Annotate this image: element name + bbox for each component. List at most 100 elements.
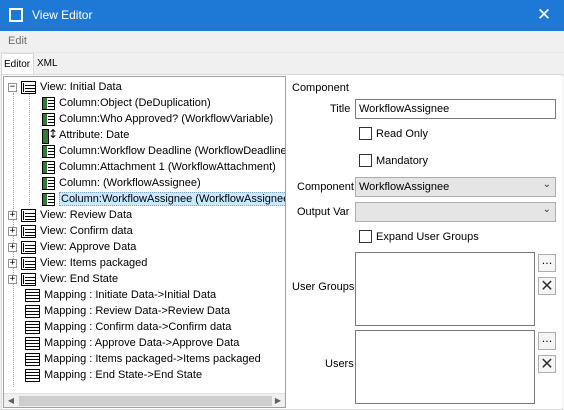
tree-node-label: View: Confirm data: [40, 225, 133, 237]
expand-user-groups-label: Expand User Groups: [376, 231, 479, 243]
tree-node-label: View: Initial Data: [40, 81, 122, 93]
tree-node-label: Mapping : Review Data->Review Data: [44, 305, 231, 317]
output-var-dropdown[interactable]: ⌄: [355, 202, 556, 222]
expand-user-groups-checkbox[interactable]: [359, 230, 372, 243]
tree-node-column[interactable]: Column:Attachment 1 (WorkflowAttachment): [42, 159, 276, 175]
tree-node-column[interactable]: Column: (WorkflowAssignee): [42, 175, 201, 191]
tree-node-label: Mapping : Approve Data->Approve Data: [44, 337, 240, 349]
tree-node-label: Column: (WorkflowAssignee): [59, 177, 201, 189]
tree-node-label: View: Items packaged: [40, 257, 148, 269]
view-icon: [21, 224, 36, 238]
app-window-icon: [9, 8, 23, 22]
chevron-down-icon: ⌄: [542, 204, 551, 215]
tree-node-label: Column:Attachment 1 (WorkflowAttachment): [59, 161, 276, 173]
component-dropdown-value: WorkflowAssignee: [359, 181, 450, 193]
user-groups-list[interactable]: [355, 252, 535, 326]
menu-edit[interactable]: Edit: [8, 35, 27, 47]
tree-horizontal-scrollbar[interactable]: ◀ ▶: [4, 393, 285, 407]
component-heading: Component: [292, 82, 349, 94]
tree-node-approve-data[interactable]: + View: Approve Data: [8, 239, 136, 255]
users-list[interactable]: [355, 330, 535, 404]
expand-toggle[interactable]: +: [8, 242, 17, 252]
tree-node-label: Column:Workflow Deadline (WorkflowDeadli…: [59, 145, 286, 157]
mapping-icon: [25, 288, 40, 302]
scroll-right-icon[interactable]: ▶: [271, 394, 285, 408]
tree-node-label: View: End State: [40, 273, 119, 285]
tree-node-mapping[interactable]: Mapping : Initiate Data->Initial Data: [25, 287, 216, 303]
view-icon: [21, 272, 36, 286]
mapping-icon: [25, 336, 40, 350]
user-groups-label: User Groups: [292, 281, 355, 293]
tab-xml[interactable]: XML: [35, 55, 58, 75]
mapping-icon: [25, 368, 40, 382]
expand-toggle[interactable]: +: [8, 210, 17, 220]
remove-user-button[interactable]: ✕: [538, 355, 556, 373]
tree-node-mapping[interactable]: Mapping : Approve Data->Approve Data: [25, 335, 239, 351]
tree-node-label: Column:WorkflowAssignee (WorkflowAssigne…: [59, 192, 285, 206]
tree-node-mapping[interactable]: Mapping : Review Data->Review Data: [25, 303, 230, 319]
output-var-label: Output Var: [297, 206, 350, 218]
column-icon: [42, 96, 55, 110]
close-window-button[interactable]: ✕: [524, 0, 564, 31]
tree-node-column[interactable]: Column:Object (DeDuplication): [42, 95, 211, 111]
menu-bar: Edit: [0, 31, 564, 53]
chevron-down-icon: ⌄: [542, 179, 551, 190]
component-label: Component: [297, 181, 354, 193]
window-title: View Editor: [32, 8, 93, 22]
tree-node-label: Mapping : End State->End State: [44, 369, 203, 381]
tree-node-items-packaged[interactable]: + View: Items packaged: [8, 255, 147, 271]
title-input[interactable]: WorkflowAssignee: [355, 99, 556, 119]
tree-node-attribute[interactable]: Attribute: Date: [42, 127, 130, 144]
view-icon: [21, 256, 36, 270]
tree-node-review-data[interactable]: + View: Review Data: [8, 207, 132, 223]
scroll-thumb[interactable]: [19, 396, 272, 406]
tree-node-label: Mapping : Initiate Data->Initial Data: [44, 289, 217, 301]
tree-node-mapping[interactable]: Mapping : Items packaged->Items packaged: [25, 351, 261, 367]
view-icon: [21, 208, 36, 222]
mapping-icon: [25, 304, 40, 318]
column-icon: [42, 192, 55, 206]
browse-users-button[interactable]: ...: [538, 332, 556, 350]
column-icon: [42, 144, 55, 158]
view-tree[interactable]: − View: Initial Data Column:Object (DeDu…: [3, 76, 286, 408]
view-icon: [21, 80, 36, 94]
scroll-left-icon[interactable]: ◀: [4, 394, 18, 408]
title-bar: View Editor ✕: [0, 0, 564, 31]
tree-node-column-selected[interactable]: Column:WorkflowAssignee (WorkflowAssigne…: [42, 191, 285, 207]
users-label: Users: [325, 358, 354, 370]
browse-user-groups-button[interactable]: ...: [538, 254, 556, 272]
tree-connector: [29, 93, 30, 205]
tree-node-mapping[interactable]: Mapping : Confirm data->Confirm data: [25, 319, 231, 335]
mandatory-label: Mandatory: [376, 155, 428, 167]
column-icon: [42, 160, 55, 174]
column-icon: [42, 176, 55, 190]
tree-node-column[interactable]: Column:Workflow Deadline (WorkflowDeadli…: [42, 143, 286, 159]
tree-node-end-state[interactable]: + View: End State: [8, 271, 118, 287]
tree-node-label: Column:Who Approved? (WorkflowVariable): [59, 113, 274, 125]
column-icon: [42, 112, 55, 126]
view-icon: [21, 240, 36, 254]
expand-toggle[interactable]: +: [8, 258, 17, 268]
collapse-toggle[interactable]: −: [8, 82, 17, 92]
tree-node-initial-data[interactable]: − View: Initial Data: [8, 79, 122, 95]
tree-node-label: Column:Object (DeDuplication): [59, 97, 211, 109]
expand-toggle[interactable]: +: [8, 226, 17, 236]
tree-node-confirm-data[interactable]: + View: Confirm data: [8, 223, 133, 239]
tab-strip: Editor XML: [0, 53, 564, 75]
expand-toggle[interactable]: +: [8, 274, 17, 284]
tree-node-label: Attribute: Date: [59, 129, 130, 141]
tab-editor[interactable]: Editor: [1, 53, 34, 75]
mandatory-checkbox[interactable]: [359, 154, 372, 167]
attribute-icon: [42, 127, 58, 144]
tree-node-label: View: Approve Data: [40, 241, 137, 253]
tree-node-mapping[interactable]: Mapping : End State->End State: [25, 367, 202, 383]
tree-node-column[interactable]: Column:Who Approved? (WorkflowVariable): [42, 111, 273, 127]
remove-user-group-button[interactable]: ✕: [538, 277, 556, 295]
read-only-checkbox[interactable]: [359, 127, 372, 140]
tree-node-label: View: Review Data: [40, 209, 133, 221]
component-dropdown[interactable]: WorkflowAssignee ⌄: [355, 177, 556, 197]
tree-node-label: Mapping : Confirm data->Confirm data: [44, 321, 232, 333]
read-only-label: Read Only: [376, 128, 428, 140]
properties-panel: Component Title WorkflowAssignee Read On…: [288, 76, 563, 408]
mapping-icon: [25, 352, 40, 366]
